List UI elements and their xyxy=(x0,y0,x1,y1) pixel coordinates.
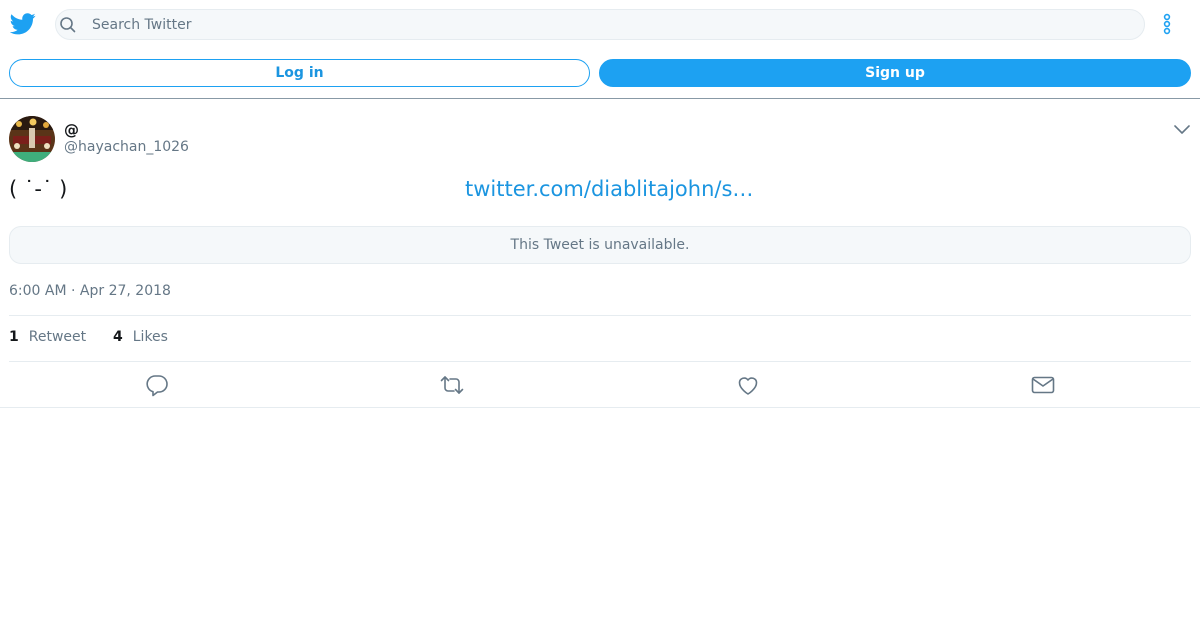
reply-icon[interactable] xyxy=(145,373,169,397)
search-box[interactable] xyxy=(55,9,1145,40)
like-stat[interactable]: 4 Likes xyxy=(113,329,168,345)
header-divider xyxy=(0,98,1200,99)
tweet-timestamp[interactable]: 6:00 AM · Apr 27, 2018 xyxy=(9,283,171,299)
like-count: 4 xyxy=(113,329,123,345)
mail-icon[interactable] xyxy=(1031,373,1055,397)
search-icon xyxy=(60,17,76,33)
retweet-stat[interactable]: 1 Retweet xyxy=(9,329,86,345)
twitter-bird-icon[interactable] xyxy=(10,12,36,36)
like-label: Likes xyxy=(132,329,168,345)
unavailable-notice: This Tweet is unavailable. xyxy=(510,237,690,253)
retweet-icon[interactable] xyxy=(440,373,464,397)
heart-icon[interactable] xyxy=(736,373,760,397)
retweet-label: Retweet xyxy=(28,329,87,345)
avatar[interactable] xyxy=(9,116,55,162)
stats-divider-top xyxy=(9,315,1191,316)
auth-bar: Log in Sign up xyxy=(0,59,1200,87)
tweet-bottom-divider xyxy=(0,407,1200,408)
chevron-down-icon[interactable] xyxy=(1173,122,1191,136)
display-name[interactable]: @ xyxy=(64,121,79,139)
user-handle[interactable]: @hayachan_1026 xyxy=(64,139,189,155)
stats-divider-bottom xyxy=(9,361,1191,362)
tweet-text: ( ˙-˙ ) xyxy=(9,177,68,201)
tweet-link[interactable]: twitter.com/diablitajohn/s… xyxy=(465,177,753,201)
login-button[interactable]: Log in xyxy=(9,59,590,87)
quoted-tweet-unavailable: This Tweet is unavailable. xyxy=(9,226,1191,264)
signup-button[interactable]: Sign up xyxy=(599,59,1191,87)
top-bar xyxy=(0,0,1200,48)
more-vertical-icon[interactable] xyxy=(1158,12,1176,36)
search-input[interactable] xyxy=(92,10,1132,39)
retweet-count: 1 xyxy=(9,329,19,345)
